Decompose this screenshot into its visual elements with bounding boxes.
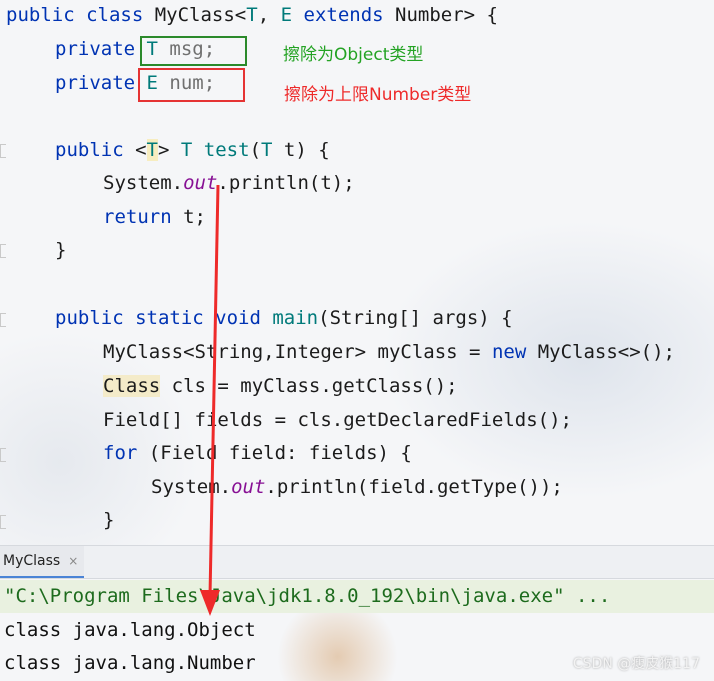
arrow-head [200,590,220,616]
arrow-shaft [208,184,220,597]
red-arrow [200,184,220,616]
